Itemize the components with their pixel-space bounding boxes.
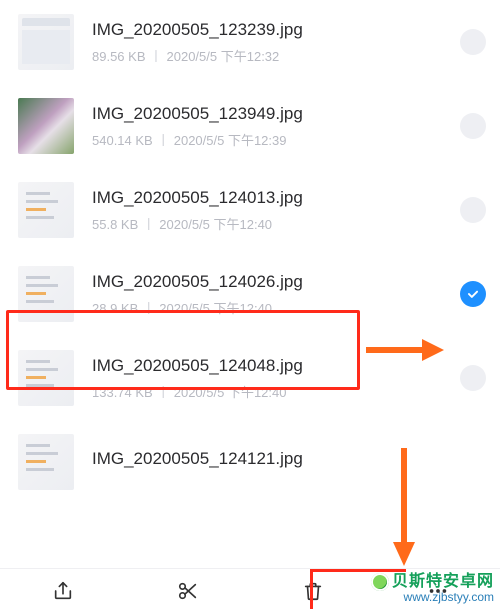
list-item[interactable]: IMG_20200505_124048.jpg 133.74 KB丨2020/5… [0,336,500,420]
more-icon [427,580,449,602]
file-list: IMG_20200505_123239.jpg 89.56 KB丨2020/5/… [0,0,500,550]
file-info: IMG_20200505_124048.jpg 133.74 KB丨2020/5… [92,356,450,401]
select-circle[interactable] [460,29,486,55]
list-item[interactable]: IMG_20200505_123949.jpg 540.14 KB丨2020/5… [0,84,500,168]
file-info: IMG_20200505_124121.jpg [92,449,486,475]
file-info: IMG_20200505_124013.jpg 55.8 KB丨2020/5/5… [92,188,450,233]
thumbnail [18,350,74,406]
scissors-icon [177,580,199,602]
file-name: IMG_20200505_124048.jpg [92,356,450,376]
file-meta: 89.56 KB丨2020/5/5 下午12:32 [92,46,450,65]
select-circle[interactable] [460,281,486,307]
thumbnail [18,182,74,238]
trash-icon [302,580,324,602]
bottom-toolbar [0,568,500,612]
share-button[interactable] [33,571,93,611]
more-button[interactable] [408,571,468,611]
list-item[interactable]: IMG_20200505_124121.jpg [0,420,500,490]
thumbnail [18,14,74,70]
file-meta: 540.14 KB丨2020/5/5 下午12:39 [92,130,450,149]
thumbnail [18,266,74,322]
thumbnail [18,98,74,154]
file-meta: 133.74 KB丨2020/5/5 下午12:40 [92,382,450,401]
list-item[interactable]: IMG_20200505_124026.jpg 28.9 KB丨2020/5/5… [0,252,500,336]
file-info: IMG_20200505_124026.jpg 28.9 KB丨2020/5/5… [92,272,450,317]
share-icon [52,580,74,602]
delete-button[interactable] [283,571,343,611]
cut-button[interactable] [158,571,218,611]
list-item[interactable]: IMG_20200505_123239.jpg 89.56 KB丨2020/5/… [0,0,500,84]
select-circle[interactable] [460,113,486,139]
file-name: IMG_20200505_124121.jpg [92,449,486,469]
file-name: IMG_20200505_124013.jpg [92,188,450,208]
select-circle[interactable] [460,365,486,391]
check-icon [466,287,480,301]
file-meta: 55.8 KB丨2020/5/5 下午12:40 [92,214,450,233]
file-name: IMG_20200505_123949.jpg [92,104,450,124]
file-name: IMG_20200505_123239.jpg [92,20,450,40]
file-info: IMG_20200505_123239.jpg 89.56 KB丨2020/5/… [92,20,450,65]
file-info: IMG_20200505_123949.jpg 540.14 KB丨2020/5… [92,104,450,149]
file-meta: 28.9 KB丨2020/5/5 下午12:40 [92,298,450,317]
list-item[interactable]: IMG_20200505_124013.jpg 55.8 KB丨2020/5/5… [0,168,500,252]
select-circle[interactable] [460,197,486,223]
thumbnail [18,434,74,490]
file-name: IMG_20200505_124026.jpg [92,272,450,292]
